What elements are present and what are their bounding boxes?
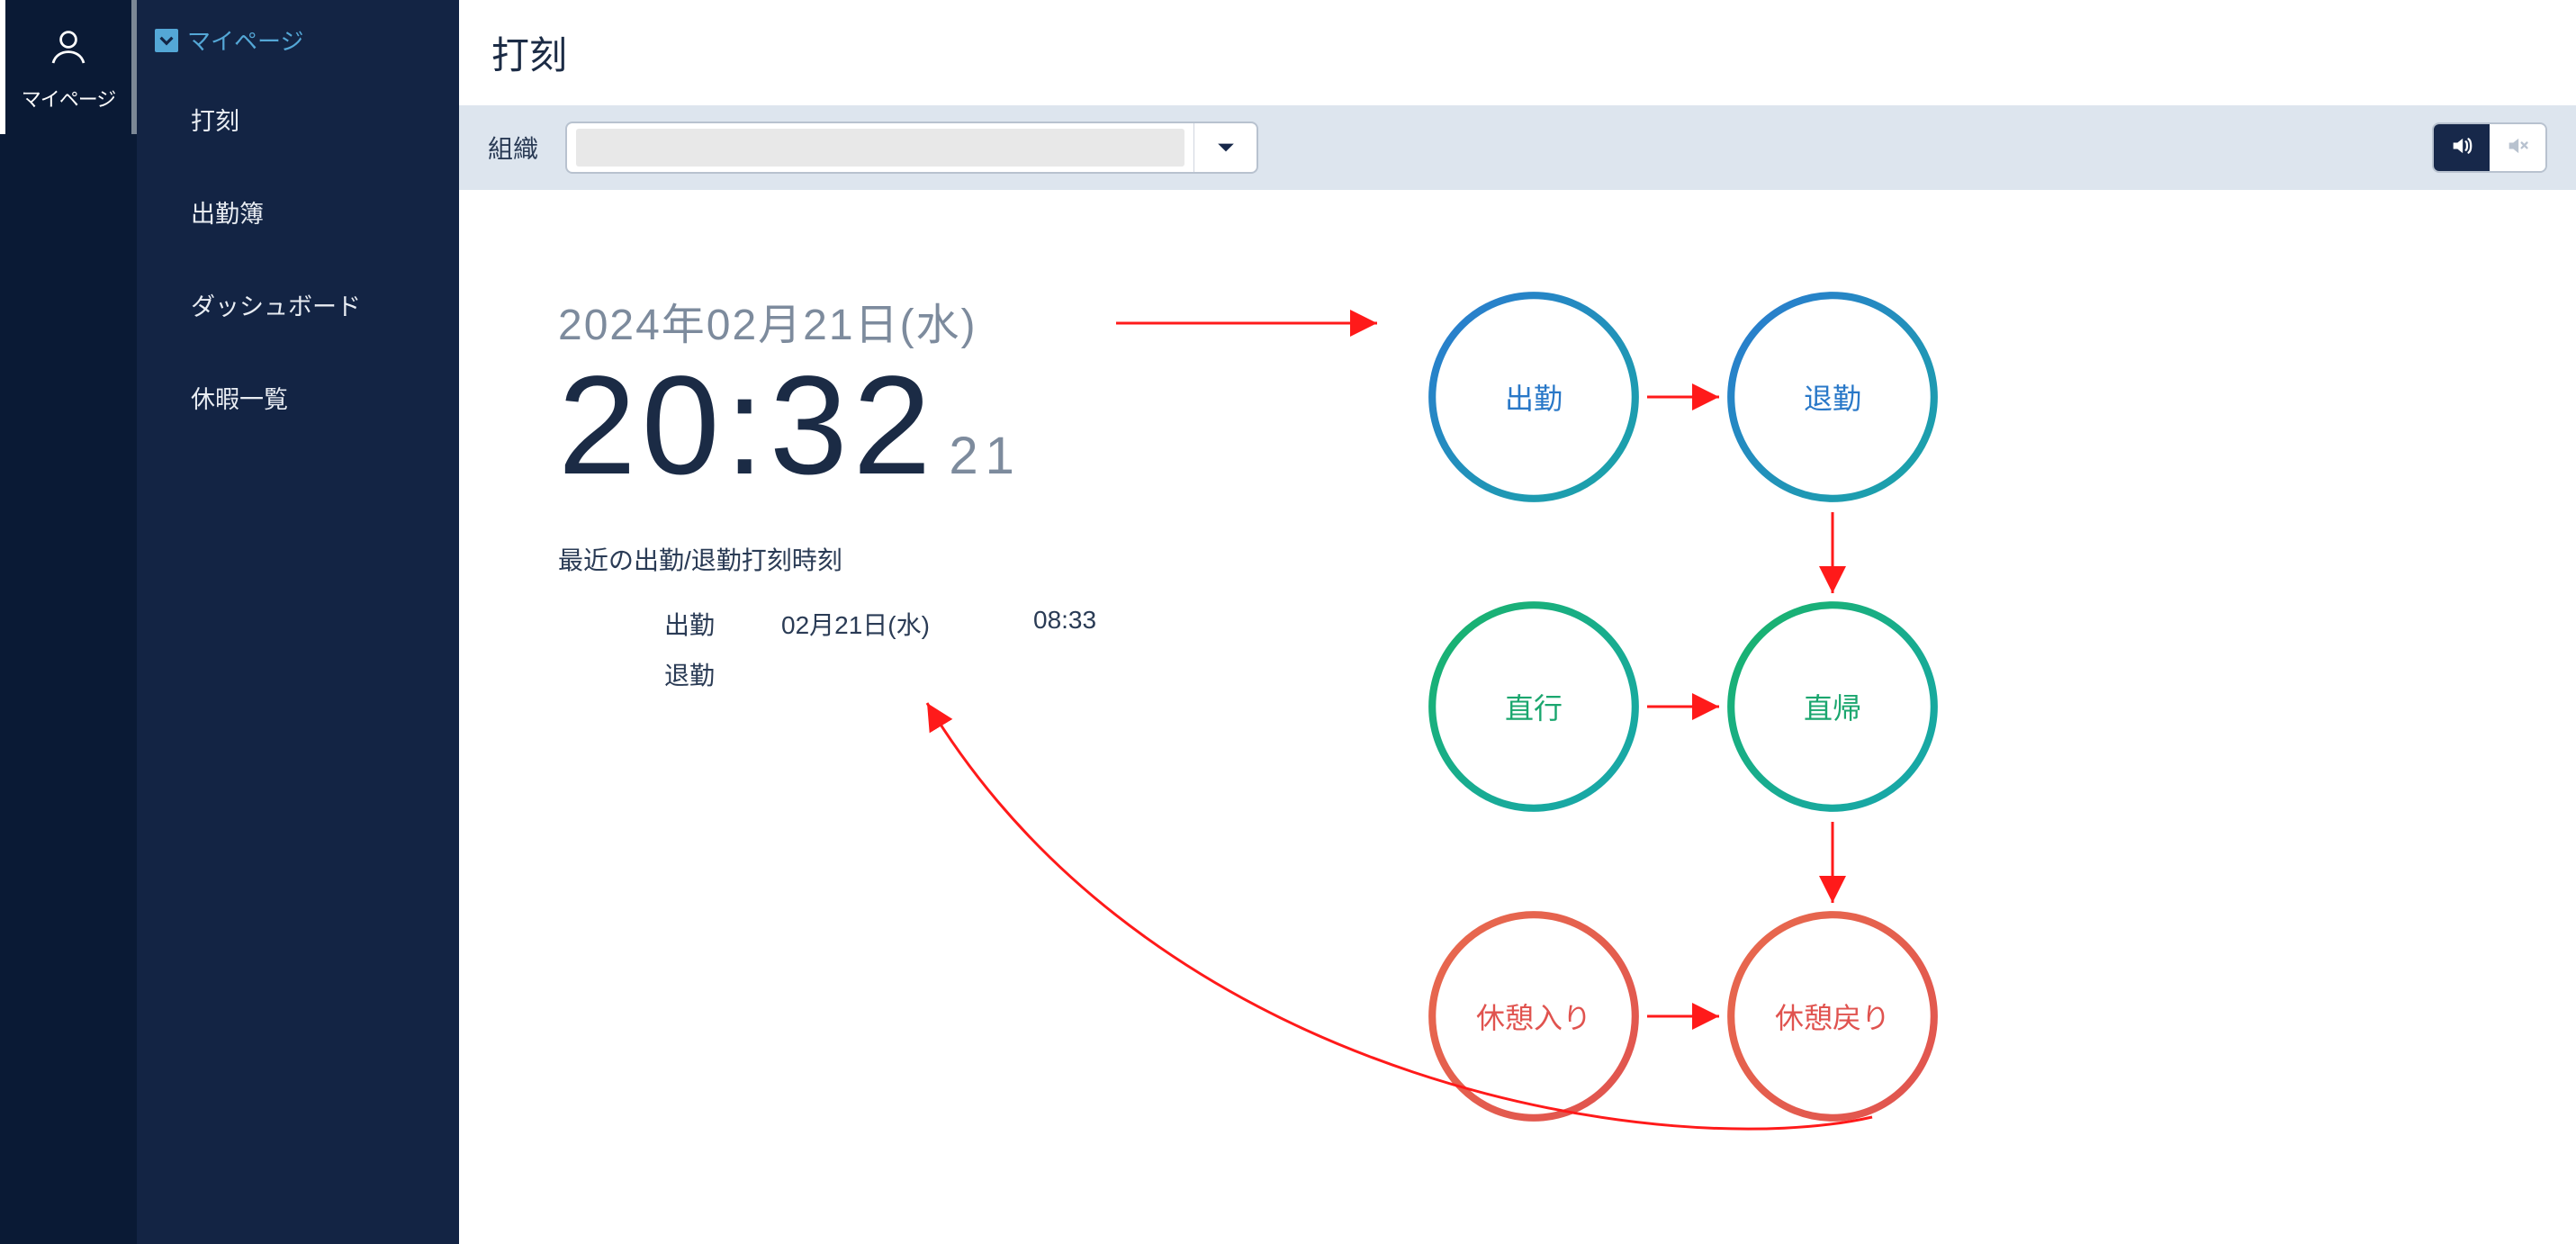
volume-off-icon bbox=[2505, 133, 2530, 163]
sound-toggle bbox=[2432, 122, 2547, 173]
submenu-item-dashboard[interactable]: ダッシュボード bbox=[137, 258, 459, 351]
submenu-title: マイページ bbox=[187, 23, 303, 57]
recent-date bbox=[781, 656, 1033, 692]
sound-on-button[interactable] bbox=[2434, 124, 2490, 171]
break-start-button[interactable]: 休憩入り bbox=[1426, 908, 1642, 1124]
time-hm: 20:32 bbox=[558, 356, 936, 496]
volume-on-icon bbox=[2449, 133, 2474, 163]
submenu-header[interactable]: マイページ bbox=[137, 18, 459, 73]
page-title: 打刻 bbox=[459, 0, 2576, 105]
sound-off-button[interactable] bbox=[2490, 124, 2545, 171]
submenu-item-timestamp[interactable]: 打刻 bbox=[137, 73, 459, 166]
clock-block: 2024年02月21日(水) 20:32 21 最近の出勤/退勤打刻時刻 出勤 … bbox=[558, 289, 1296, 1208]
time-ss: 21 bbox=[949, 426, 1022, 486]
nav-rail: マイページ bbox=[0, 0, 137, 1244]
recent-kind: 出勤 bbox=[664, 606, 781, 642]
content: 2024年02月21日(水) 20:32 21 最近の出勤/退勤打刻時刻 出勤 … bbox=[459, 190, 2576, 1244]
org-select-value bbox=[576, 129, 1184, 167]
org-label: 組織 bbox=[488, 130, 538, 166]
current-date: 2024年02月21日(水) bbox=[558, 289, 1296, 352]
rail-item-mypage[interactable]: マイページ bbox=[0, 0, 137, 134]
direct-back-button[interactable]: 直帰 bbox=[1725, 599, 1941, 815]
chevron-down-icon bbox=[155, 29, 178, 52]
rail-item-label: マイページ bbox=[22, 84, 116, 113]
submenu-item-vacation[interactable]: 休暇一覧 bbox=[137, 351, 459, 444]
direct-go-button[interactable]: 直行 bbox=[1426, 599, 1642, 815]
clock-in-button[interactable]: 出勤 bbox=[1426, 289, 1642, 505]
submenu: マイページ 打刻 出勤簿 ダッシュボード 休暇一覧 bbox=[137, 0, 459, 1244]
caret-down-icon bbox=[1193, 123, 1256, 172]
break-end-button[interactable]: 休憩戻り bbox=[1725, 908, 1941, 1124]
recent-heading: 最近の出勤/退勤打刻時刻 bbox=[558, 541, 1296, 577]
user-icon bbox=[47, 25, 90, 73]
clock-out-button[interactable]: 退勤 bbox=[1725, 289, 1941, 505]
filter-bar: 組織 bbox=[459, 105, 2576, 190]
recent-time bbox=[1033, 656, 1159, 692]
recent-row: 出勤 02月21日(水) 08:33 bbox=[558, 599, 1296, 649]
punch-buttons: 出勤 退勤 直行 直帰 休憩入り 休憩戻り bbox=[1404, 289, 2034, 1189]
submenu-item-attendance[interactable]: 出勤簿 bbox=[137, 166, 459, 258]
recent-date: 02月21日(水) bbox=[781, 606, 1033, 642]
org-select[interactable] bbox=[565, 122, 1258, 174]
current-time: 20:32 21 bbox=[558, 356, 1296, 496]
recent-time: 08:33 bbox=[1033, 606, 1159, 642]
recent-kind: 退勤 bbox=[664, 656, 781, 692]
recent-row: 退勤 bbox=[558, 649, 1296, 699]
main: 打刻 組織 2024年02月21日(水) 20 bbox=[459, 0, 2576, 1244]
